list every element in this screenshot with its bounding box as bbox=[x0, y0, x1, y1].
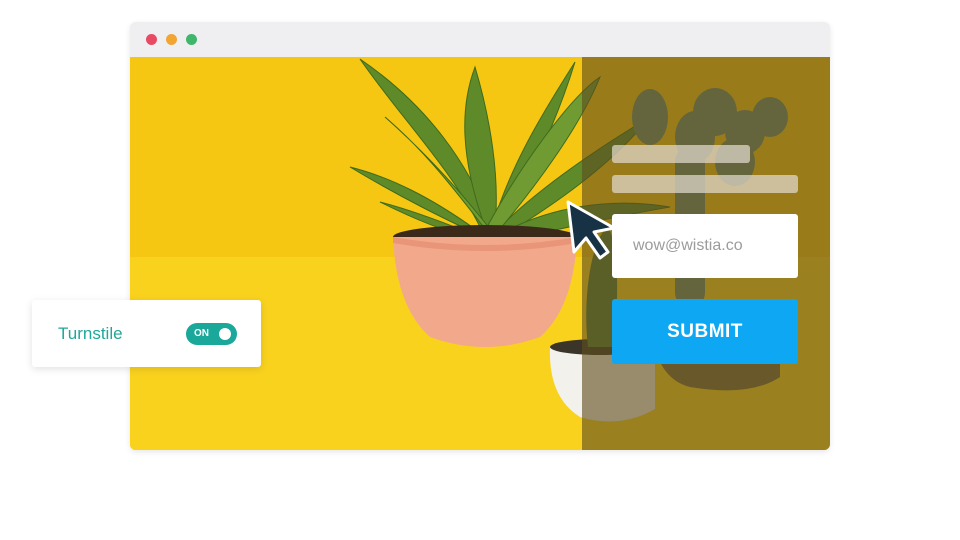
close-dot[interactable] bbox=[146, 34, 157, 45]
video-player[interactable]: wow@wistia.co SUBMIT bbox=[130, 57, 830, 450]
turnstile-card: Turnstile ON bbox=[32, 300, 261, 367]
placeholder-bar bbox=[612, 145, 750, 163]
toggle-on-label: ON bbox=[194, 328, 209, 339]
placeholder-bar bbox=[612, 175, 798, 193]
browser-window: wow@wistia.co SUBMIT bbox=[130, 22, 830, 450]
toggle-knob bbox=[219, 328, 231, 340]
browser-titlebar bbox=[130, 22, 830, 57]
minimize-dot[interactable] bbox=[166, 34, 177, 45]
maximize-dot[interactable] bbox=[186, 34, 197, 45]
turnstile-toggle[interactable]: ON bbox=[186, 323, 237, 345]
submit-button[interactable]: SUBMIT bbox=[612, 299, 798, 364]
turnstile-label: Turnstile bbox=[58, 324, 123, 343]
email-field[interactable]: wow@wistia.co bbox=[612, 214, 798, 278]
pointer-cursor-icon bbox=[566, 200, 616, 260]
